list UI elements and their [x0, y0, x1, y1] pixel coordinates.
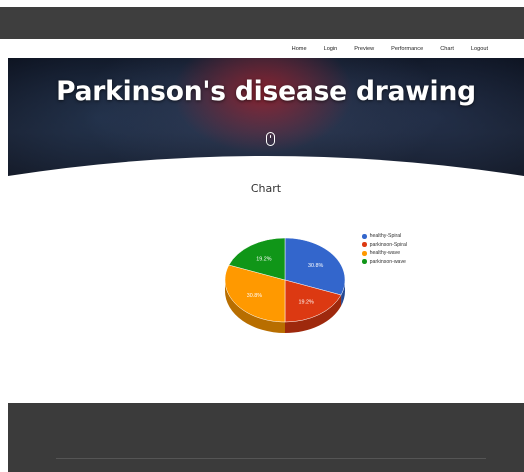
legend-swatch-3 — [362, 259, 367, 265]
page-left-edge — [0, 39, 8, 472]
mouse-scroll-icon[interactable] — [266, 132, 275, 146]
pie-slice-label-2: 30.8% — [247, 293, 262, 299]
legend-item-3[interactable]: parkinson-wave — [362, 258, 407, 267]
pie-chart: 30.8% 19.2% 30.8% 19.2% — [224, 237, 346, 333]
pie-slice-label-3: 19.2% — [256, 257, 271, 263]
nav-login-link[interactable]: Login — [324, 46, 338, 52]
legend-item-0[interactable]: healthy-Spiral — [362, 232, 407, 241]
legend-swatch-2 — [362, 250, 367, 256]
pie-slice-label-1: 19.2% — [298, 299, 313, 305]
nav-preview-link[interactable]: Preview — [354, 46, 374, 52]
hero-title: Parkinson's disease drawing — [56, 76, 476, 107]
legend-label-2: healthy-wave — [369, 250, 401, 257]
legend-label-1: parkinson-Spiral — [369, 241, 408, 248]
page-footer — [8, 403, 524, 472]
legend-item-2[interactable]: healthy-wave — [362, 249, 407, 258]
legend-swatch-1 — [362, 242, 367, 248]
nav-logout-link[interactable]: Logout — [471, 46, 488, 52]
nav-performance-link[interactable]: Performance — [391, 46, 423, 52]
legend-swatch-0 — [362, 233, 367, 239]
legend-label-0: healthy-Spiral — [369, 233, 402, 240]
pie-slice-label-0: 30.8% — [308, 263, 323, 269]
nav-home-link[interactable]: Home — [292, 46, 307, 52]
chart-legend: healthy-Spiral parkinson-Spiral healthy-wa… — [362, 232, 407, 266]
chart-section: Chart 30.8% 19.2% 30.8% 19.2% healthy-Spira… — [8, 182, 524, 403]
legend-item-1[interactable]: parkinson-Spiral — [362, 241, 407, 250]
navbar: Home Login Preview Performance Chart Log… — [8, 39, 524, 58]
legend-label-3: parkinson-wave — [369, 258, 406, 265]
browser-top-bar — [0, 0, 524, 39]
footer-divider — [56, 458, 486, 459]
hero-banner: Parkinson's disease drawing — [8, 58, 524, 182]
nav-chart-link[interactable]: Chart — [440, 46, 454, 52]
